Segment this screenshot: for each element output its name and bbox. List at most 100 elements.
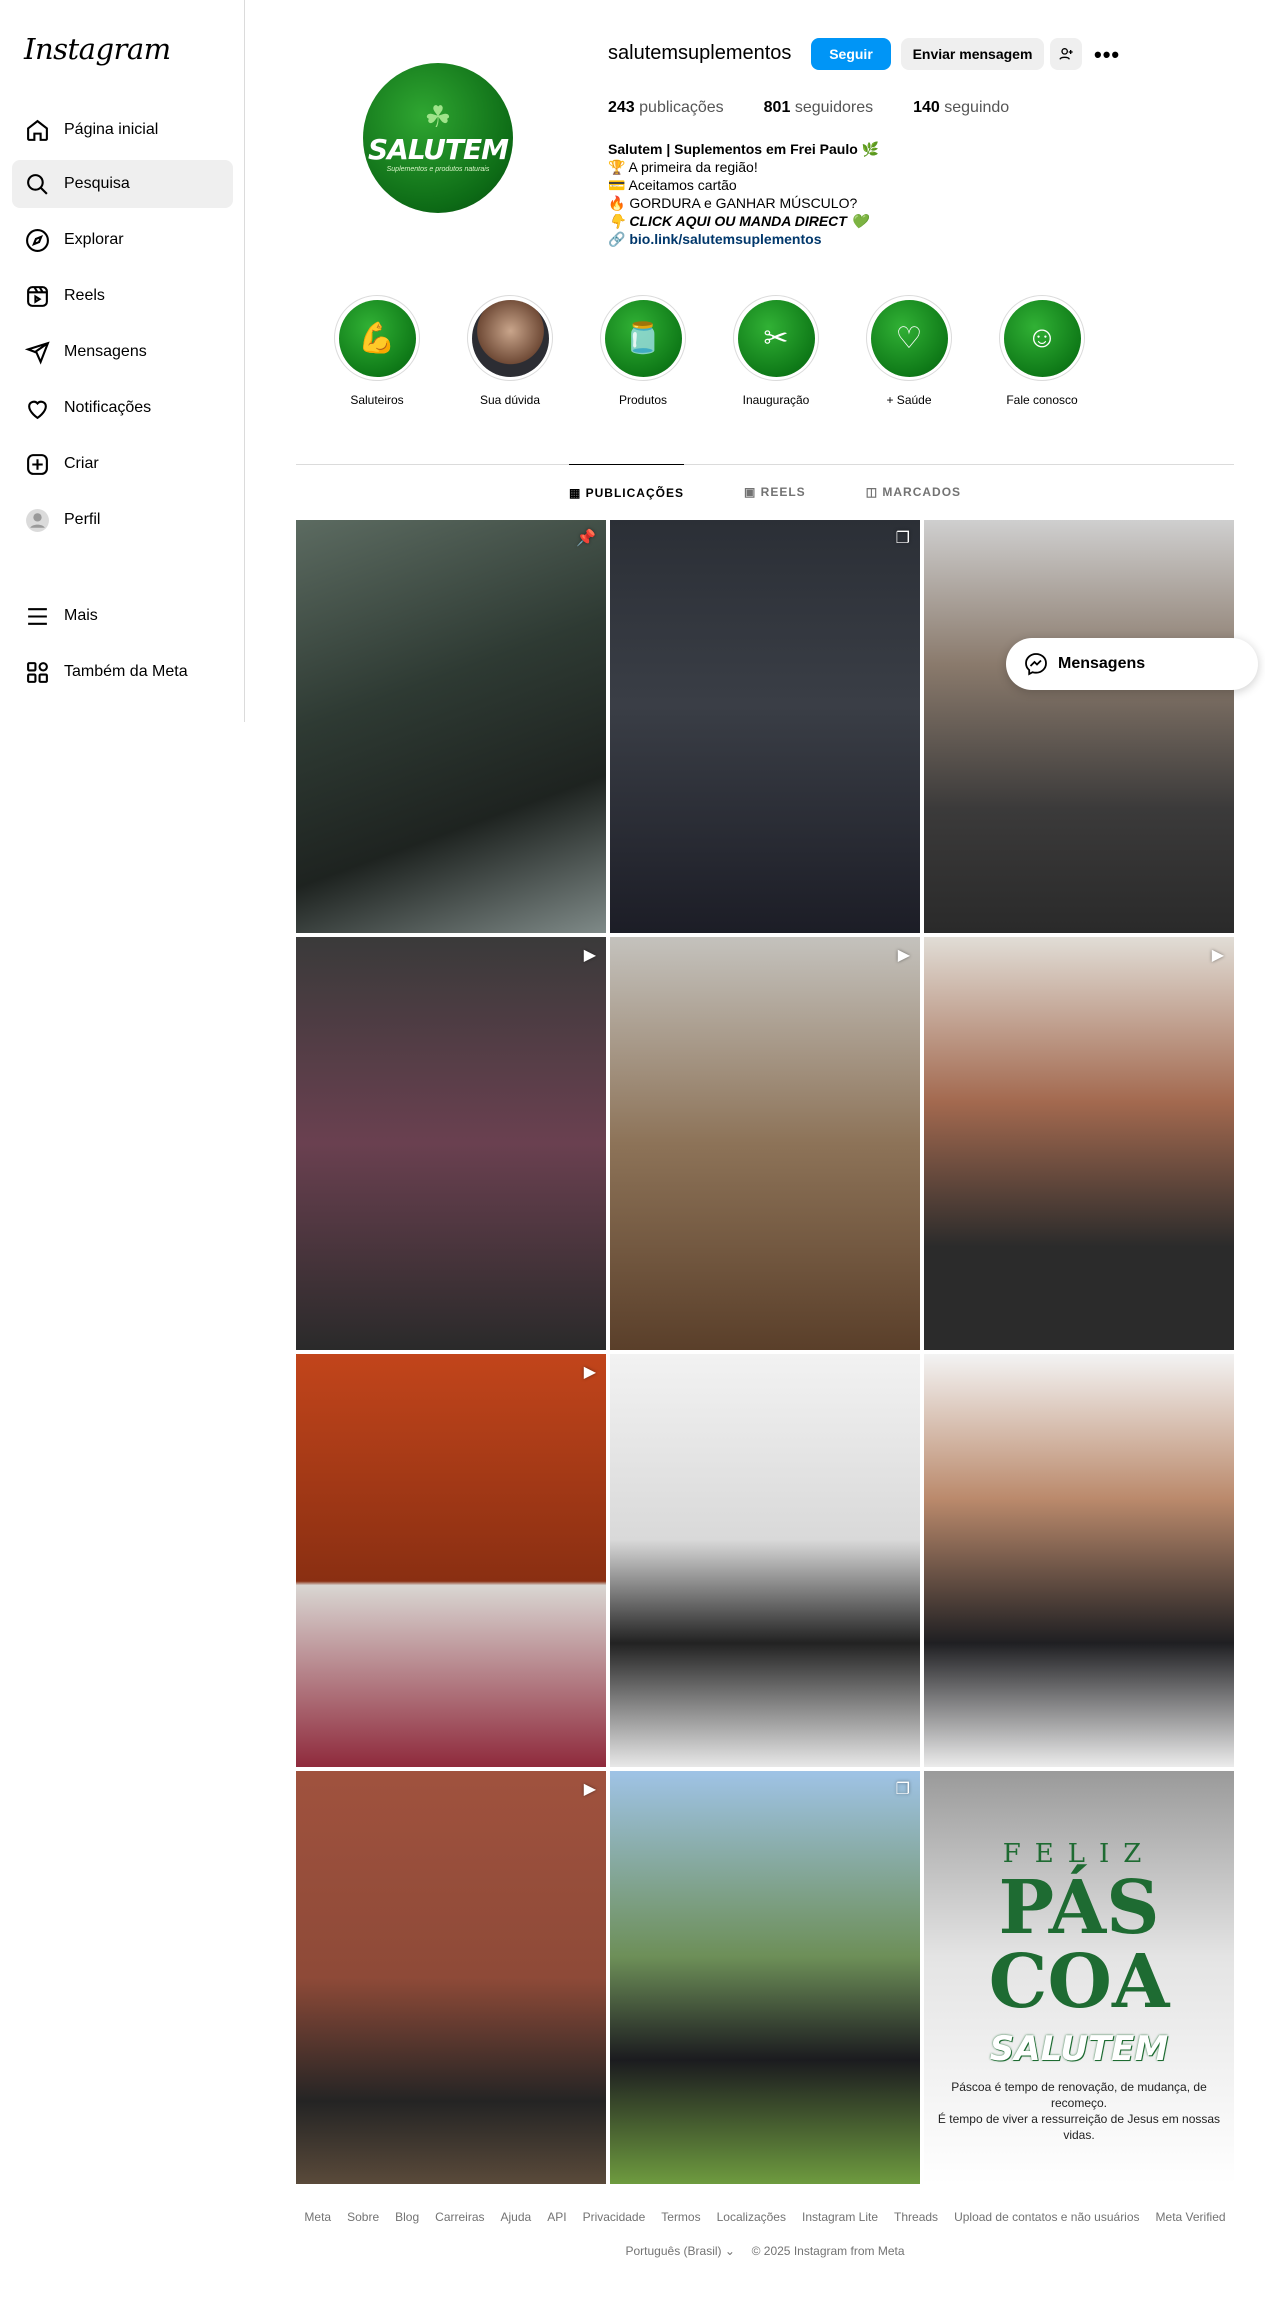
- nav-label: Mais: [64, 607, 98, 624]
- post-tile[interactable]: ▶: [924, 937, 1234, 1350]
- footer-link[interactable]: Meta: [304, 2210, 331, 2224]
- tab-marcados[interactable]: ◫ MARCADOS: [866, 464, 961, 516]
- post-tile[interactable]: ▶: [610, 937, 920, 1350]
- heart-plus-icon: ♡: [870, 299, 948, 377]
- nav-label: Notificações: [64, 399, 152, 416]
- avatar-tagline: Suplementos e produtos naturais: [386, 166, 490, 173]
- heart-icon: [24, 395, 50, 421]
- highlight-saluteiros[interactable]: 💪 Saluteiros: [334, 295, 420, 407]
- bio-link-row[interactable]: 🔗 bio.link/salutemsuplementos: [608, 230, 879, 248]
- search-icon: [24, 171, 50, 197]
- post-tile[interactable]: ❐: [610, 520, 920, 933]
- footer-link[interactable]: Privacidade: [583, 2210, 646, 2224]
- post-tile[interactable]: [924, 520, 1234, 933]
- nav-label: Pesquisa: [64, 175, 130, 192]
- profile-username: salutemsuplementos: [608, 42, 792, 64]
- floating-messages-button[interactable]: Mensagens: [1006, 638, 1258, 690]
- bio-link[interactable]: bio.link/salutemsuplementos: [629, 231, 821, 247]
- add-person-icon: [1059, 48, 1073, 60]
- nav-home[interactable]: Página inicial: [12, 106, 233, 154]
- nav-reels[interactable]: Reels: [12, 272, 233, 320]
- sidebar: Instagram Página inicial Pesquisa Explor…: [0, 0, 245, 722]
- footer-link[interactable]: API: [547, 2210, 566, 2224]
- reel-icon: ▶: [583, 1364, 596, 1381]
- bio-line: 💳 Aceitamos cartão: [608, 177, 737, 193]
- profile-avatar[interactable]: ☘ SALUTEM Suplementos e produtos naturai…: [363, 63, 513, 213]
- footer-link[interactable]: Carreiras: [435, 2210, 484, 2224]
- post-tile-easter[interactable]: FELIZ PÁS COA SALUTEM Páscoa é tempo de …: [924, 1771, 1234, 2184]
- nav-create[interactable]: Criar: [12, 440, 233, 488]
- nav-more[interactable]: Mais: [12, 592, 233, 640]
- followers-stat[interactable]: 801 seguidores: [764, 99, 873, 117]
- highlight-inauguracao[interactable]: ✂ Inauguração: [733, 295, 819, 407]
- reel-icon: ▶: [897, 947, 910, 964]
- highlight-produtos[interactable]: 🫙 Produtos: [600, 295, 686, 407]
- pinned-icon: 📌: [576, 530, 596, 547]
- footer-link[interactable]: Ajuda: [501, 2210, 532, 2224]
- post-tile[interactable]: 📌: [296, 520, 606, 933]
- suggest-people-button[interactable]: [1050, 38, 1082, 70]
- reel-icon: ▶: [583, 947, 596, 964]
- messenger-icon: [1025, 653, 1047, 676]
- nav-label: Criar: [64, 455, 99, 472]
- footer-link[interactable]: Sobre: [347, 2210, 379, 2224]
- post-tile[interactable]: [924, 1354, 1234, 1767]
- grid-icon: ▦: [568, 486, 582, 500]
- link-icon: 🔗: [608, 231, 626, 247]
- tab-publicacoes[interactable]: ▦ PUBLICAÇÕES: [568, 464, 684, 516]
- carousel-icon: ❐: [895, 1781, 910, 1798]
- muscle-icon: 💪: [338, 299, 416, 377]
- nav-label: Perfil: [64, 511, 101, 528]
- nav-notifications[interactable]: Notificações: [12, 384, 233, 432]
- profile-avatar-icon: [24, 507, 50, 533]
- post-tile[interactable]: ❐: [610, 1771, 920, 2184]
- highlight-fale-conosco[interactable]: ☺ Fale conosco: [999, 295, 1085, 407]
- nav-also-from-meta[interactable]: Também da Meta: [12, 648, 233, 696]
- person-photo: [471, 299, 549, 377]
- nav-label: Explorar: [64, 231, 124, 248]
- plus-square-icon: [24, 451, 50, 477]
- easter-message: Páscoa é tempo de renovação, de mudança,…: [937, 2080, 1221, 2142]
- tab-reels[interactable]: ▣ REELS: [744, 464, 806, 516]
- more-options-icon[interactable]: •••: [1094, 42, 1120, 68]
- footer-link[interactable]: Localizações: [717, 2210, 786, 2224]
- menu-icon: [24, 603, 50, 629]
- footer-link[interactable]: Upload de contatos e não usuários: [954, 2210, 1139, 2224]
- nav-explore[interactable]: Explorar: [12, 216, 233, 264]
- nav-label: Também da Meta: [64, 663, 188, 680]
- footer-link[interactable]: Termos: [661, 2210, 700, 2224]
- post-tile[interactable]: ▶: [296, 937, 606, 1350]
- footer-link[interactable]: Threads: [894, 2210, 938, 2224]
- send-icon: [24, 339, 50, 365]
- nav-label: Reels: [64, 287, 105, 304]
- following-stat[interactable]: 140 seguindo: [913, 99, 1009, 117]
- highlight-saude[interactable]: ♡ + Saúde: [866, 295, 952, 407]
- nav-search[interactable]: Pesquisa: [12, 160, 233, 208]
- posts-stat: 243 publicações: [608, 99, 724, 116]
- post-tile[interactable]: ▶: [296, 1354, 606, 1767]
- chevron-down-icon: ⌄: [724, 2244, 735, 2258]
- follow-button[interactable]: Seguir: [811, 38, 891, 70]
- instagram-logo[interactable]: Instagram: [24, 32, 171, 66]
- send-message-button[interactable]: Enviar mensagem: [901, 38, 1044, 70]
- bio-line: 👇 CLICK AQUI OU MANDA DIRECT 💚: [608, 213, 869, 229]
- tagged-icon: ◫: [865, 485, 879, 499]
- footer-link[interactable]: Meta Verified: [1156, 2210, 1226, 2224]
- post-tile[interactable]: ▶: [296, 1771, 606, 2184]
- footer-link[interactable]: Blog: [395, 2210, 419, 2224]
- easter-brand: SALUTEM: [989, 2029, 1169, 2069]
- language-selector[interactable]: Português (Brasil) ⌄: [625, 2244, 734, 2258]
- nav-label: Página inicial: [64, 121, 159, 138]
- footer: Meta Sobre Blog Carreiras Ajuda API Privacidad…: [296, 2210, 1234, 2258]
- footer-bottom: Português (Brasil) ⌄ © 2025 Instagram fr…: [296, 2244, 1234, 2258]
- home-icon: [24, 117, 50, 143]
- bio-name: Salutem | Suplementos em Frei Paulo 🌿: [608, 141, 880, 157]
- post-tile[interactable]: [610, 1354, 920, 1767]
- bio-line: 🏆 A primeira da região!: [608, 159, 758, 175]
- footer-link[interactable]: Instagram Lite: [802, 2210, 878, 2224]
- nav-messages[interactable]: Mensagens: [12, 328, 233, 376]
- reel-icon: ▶: [1211, 947, 1224, 964]
- nav-profile[interactable]: Perfil: [12, 496, 233, 544]
- leaf-icon: ☘: [424, 101, 452, 134]
- highlight-sua-duvida[interactable]: Sua dúvida: [467, 295, 553, 407]
